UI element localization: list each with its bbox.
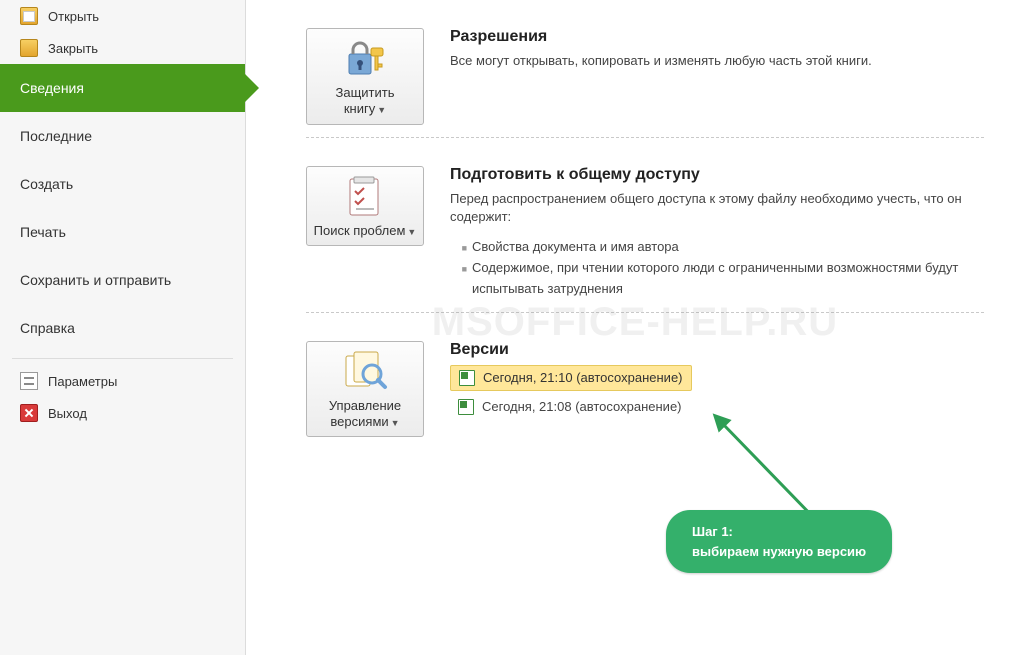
button-label: Управление версиями▼ [313, 398, 417, 431]
sidebar-item-label: Создать [20, 176, 73, 192]
sidebar-item-label: Открыть [48, 9, 99, 24]
sidebar-item-help[interactable]: Справка [0, 304, 245, 352]
callout-text: выбираем нужную версию [692, 542, 866, 562]
version-entry[interactable]: Сегодня, 21:10 (автосохранение) [450, 365, 692, 391]
sidebar-item-info[interactable]: Сведения [0, 64, 245, 112]
protect-workbook-button[interactable]: Защитить книгу▼ [306, 28, 424, 125]
lock-key-icon [313, 37, 417, 81]
manage-versions-button[interactable]: Управление версиями▼ [306, 341, 424, 438]
versions-body: Версии Сегодня, 21:10 (автосохранение) С… [450, 341, 692, 423]
sidebar-item-label: Выход [48, 406, 87, 421]
version-entry[interactable]: Сегодня, 21:08 (автосохранение) [450, 395, 690, 419]
prepare-title: Подготовить к общему доступу [450, 166, 984, 184]
folder-close-icon [20, 39, 38, 57]
chevron-down-icon: ▼ [391, 418, 400, 428]
button-label: Поиск проблем▼ [313, 223, 417, 239]
folder-open-icon [20, 7, 38, 25]
prepare-bullet: Свойства документа и имя автора [472, 237, 984, 258]
prepare-desc: Перед распространением общего доступа к … [450, 190, 984, 228]
exit-icon [20, 404, 38, 422]
sidebar-item-label: Параметры [48, 374, 117, 389]
excel-icon [459, 370, 475, 386]
sidebar-item-options[interactable]: Параметры [0, 365, 245, 397]
sidebar-item-recent[interactable]: Последние [0, 112, 245, 160]
versions-title: Версии [450, 341, 692, 359]
chevron-down-icon: ▼ [407, 227, 416, 237]
backstage-sidebar: Открыть Закрыть Сведения Последние Созда… [0, 0, 246, 655]
sidebar-divider [12, 358, 233, 359]
section-permissions: Защитить книгу▼ Разрешения Все могут отк… [246, 0, 1024, 131]
sidebar-item-print[interactable]: Печать [0, 208, 245, 256]
version-label: Сегодня, 21:10 (автосохранение) [483, 370, 683, 385]
sidebar-item-exit[interactable]: Выход [0, 397, 245, 429]
inspect-document-button[interactable]: Поиск проблем▼ [306, 166, 424, 246]
permissions-body: Разрешения Все могут открывать, копирова… [450, 28, 872, 81]
step1-callout: Шаг 1: выбираем нужную версию [666, 510, 892, 573]
sidebar-item-open[interactable]: Открыть [0, 0, 245, 32]
sidebar-item-label: Сохранить и отправить [20, 272, 171, 288]
section-versions: Управление версиями▼ Версии Сегодня, 21:… [246, 313, 1024, 444]
options-icon [20, 372, 38, 390]
sidebar-item-label: Закрыть [48, 41, 98, 56]
sidebar-item-new[interactable]: Создать [0, 160, 245, 208]
permissions-title: Разрешения [450, 28, 872, 46]
sidebar-item-label: Печать [20, 224, 66, 240]
sidebar-item-label: Справка [20, 320, 75, 336]
prepare-body: Подготовить к общему доступу Перед распр… [450, 166, 984, 300]
checklist-icon [313, 175, 417, 219]
versions-icon [313, 350, 417, 394]
sidebar-item-label: Сведения [20, 80, 84, 96]
excel-icon [458, 399, 474, 415]
prepare-list: Свойства документа и имя автора Содержим… [450, 237, 984, 299]
button-label: Защитить книгу▼ [313, 85, 417, 118]
backstage-main: Защитить книгу▼ Разрешения Все могут отк… [246, 0, 1024, 655]
sidebar-item-label: Последние [20, 128, 92, 144]
chevron-down-icon: ▼ [377, 105, 386, 115]
prepare-bullet: Содержимое, при чтении которого люди с о… [472, 258, 984, 300]
callout-step: Шаг 1: [692, 522, 866, 542]
section-prepare: Поиск проблем▼ Подготовить к общему дост… [246, 138, 1024, 306]
sidebar-item-close[interactable]: Закрыть [0, 32, 245, 64]
permissions-desc: Все могут открывать, копировать и изменя… [450, 52, 872, 71]
version-label: Сегодня, 21:08 (автосохранение) [482, 399, 682, 414]
sidebar-item-save-send[interactable]: Сохранить и отправить [0, 256, 245, 304]
